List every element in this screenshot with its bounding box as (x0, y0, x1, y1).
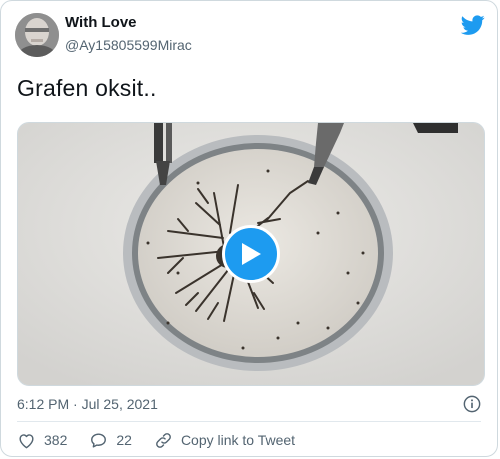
video-thumbnail[interactable] (17, 122, 485, 386)
link-icon (156, 432, 171, 448)
tweet-timestamp[interactable]: 6:12 PM · Jul 25, 2021 (17, 396, 158, 412)
like-count: 382 (44, 432, 68, 448)
reply-count: 22 (116, 432, 132, 448)
copy-link-label: Copy link to Tweet (180, 432, 296, 448)
like-button[interactable]: 382 (17, 431, 67, 450)
info-icon[interactable] (463, 395, 481, 413)
avatar[interactable] (15, 13, 59, 57)
divider (17, 421, 481, 422)
reply-button[interactable]: 22 (89, 431, 132, 450)
heart-icon (19, 433, 34, 448)
tweet-text: Grafen oksit.. (17, 75, 157, 101)
display-name[interactable]: With Love (65, 14, 137, 31)
user-handle[interactable]: @Ay15805599Mirac (65, 37, 192, 53)
copy-link-button[interactable]: Copy link to Tweet (154, 431, 295, 450)
tweet-card[interactable]: With Love @Ay15805599Mirac Grafen oksit.… (0, 0, 498, 457)
action-bar: 382 22 Copy link to Tweet (17, 429, 295, 451)
twitter-bird-icon[interactable] (460, 13, 485, 37)
play-icon (242, 243, 261, 265)
speech-bubble-icon (91, 432, 107, 448)
play-button[interactable] (222, 225, 280, 283)
